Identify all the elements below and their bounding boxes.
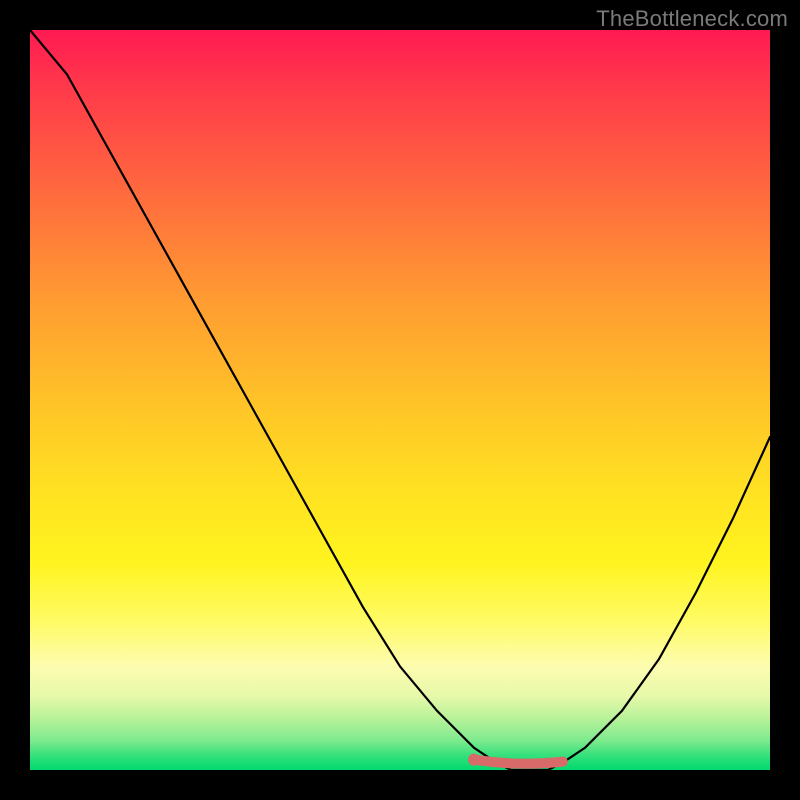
curve-path (30, 30, 770, 770)
highlight-dot (468, 754, 480, 766)
highlight-segment (474, 760, 563, 764)
bottleneck-curve (30, 30, 770, 770)
chart-frame: TheBottleneck.com (0, 0, 800, 800)
attribution-text: TheBottleneck.com (596, 6, 788, 32)
plot-area (30, 30, 770, 770)
